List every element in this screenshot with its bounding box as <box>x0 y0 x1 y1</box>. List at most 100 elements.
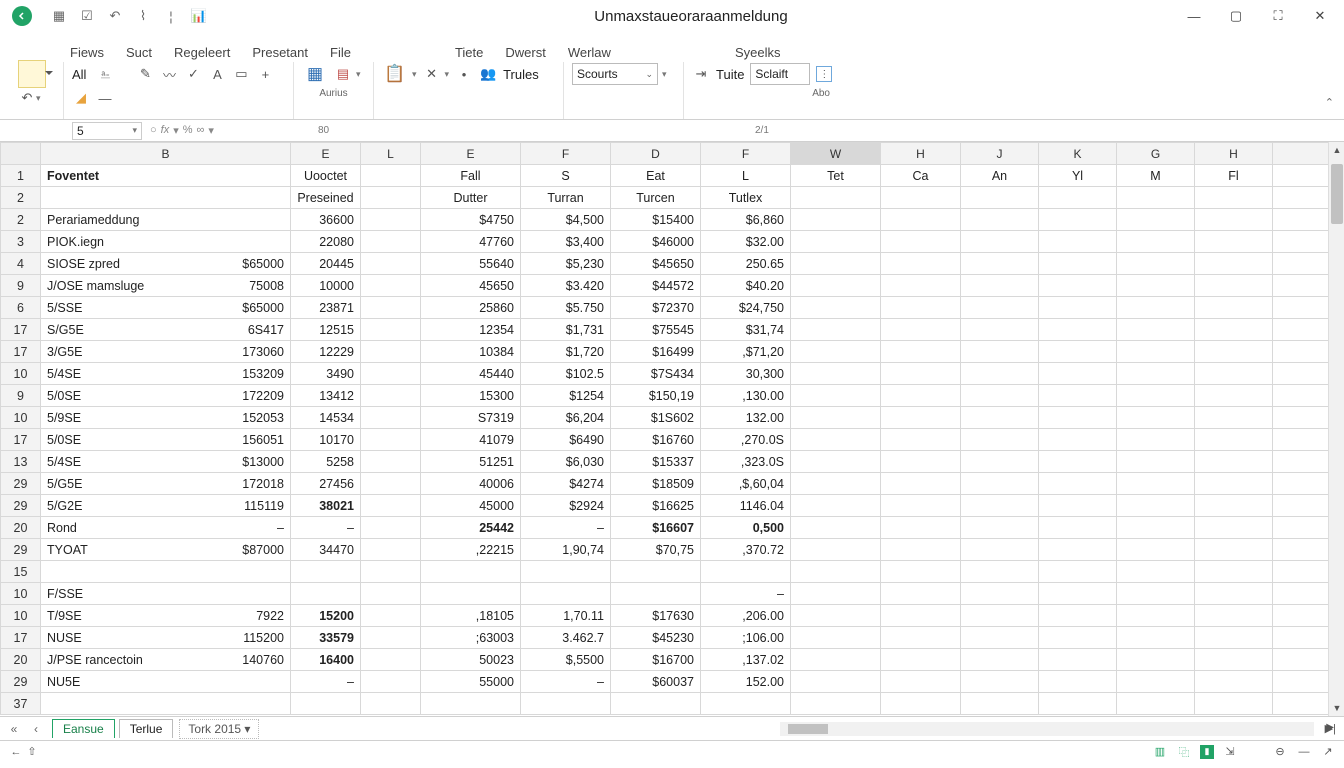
cell[interactable]: J/OSE mamsluge75008 <box>41 275 291 297</box>
cell[interactable]: $16700 <box>611 649 701 671</box>
grid-icon[interactable]: ▦ <box>50 7 68 25</box>
cell[interactable]: Uooctet <box>291 165 361 187</box>
cell[interactable]: 20445 <box>291 253 361 275</box>
brush-icon[interactable]: 〰 <box>160 65 178 83</box>
sb-page-icon[interactable]: ▮ <box>1200 745 1214 759</box>
cell[interactable] <box>1117 649 1195 671</box>
cell[interactable] <box>1039 451 1117 473</box>
cell[interactable]: $16607 <box>611 517 701 539</box>
cell[interactable]: 5/9SE152053 <box>41 407 291 429</box>
schaft-box[interactable]: Sclaift <box>750 63 810 85</box>
fx-icon[interactable]: fx <box>161 124 170 137</box>
cell[interactable] <box>361 583 421 605</box>
cell[interactable] <box>1273 209 1333 231</box>
row-header[interactable]: 29 <box>1 473 41 495</box>
cell[interactable]: 152.00 <box>701 671 791 693</box>
cell[interactable]: $31,74 <box>701 319 791 341</box>
cell[interactable]: $3,400 <box>521 231 611 253</box>
cell[interactable]: 14534 <box>291 407 361 429</box>
cell[interactable]: 45440 <box>421 363 521 385</box>
cell[interactable] <box>881 583 961 605</box>
cell[interactable]: 10170 <box>291 429 361 451</box>
ribbon-tab[interactable]: Werlaw <box>568 45 611 60</box>
cell[interactable] <box>1039 407 1117 429</box>
cell[interactable] <box>961 341 1039 363</box>
source-combo[interactable]: Scourts⌄ <box>572 63 658 85</box>
ribbon-tab[interactable]: Syeelks <box>735 45 781 60</box>
cell[interactable] <box>881 429 961 451</box>
row-header[interactable]: 1 <box>1 165 41 187</box>
cell[interactable] <box>361 539 421 561</box>
spreadsheet-grid[interactable]: BELEFDFWHJKGH 1FoventetUooctetFallSEatLT… <box>0 142 1344 716</box>
cell[interactable]: $6490 <box>521 429 611 451</box>
cell[interactable]: 15300 <box>421 385 521 407</box>
cell[interactable]: ,18105 <box>421 605 521 627</box>
font-a-icon[interactable]: A <box>208 65 226 83</box>
cell[interactable]: $4750 <box>421 209 521 231</box>
cell[interactable] <box>1039 605 1117 627</box>
cell[interactable] <box>361 517 421 539</box>
cell[interactable]: 30,300 <box>701 363 791 385</box>
cell[interactable] <box>881 209 961 231</box>
cell[interactable] <box>1117 275 1195 297</box>
cell[interactable] <box>1273 165 1333 187</box>
cell[interactable] <box>1195 297 1273 319</box>
cell[interactable]: ,137.02 <box>701 649 791 671</box>
cell[interactable]: $1,731 <box>521 319 611 341</box>
cell[interactable]: $17630 <box>611 605 701 627</box>
cell[interactable] <box>791 693 881 715</box>
cell[interactable] <box>1117 407 1195 429</box>
cell[interactable]: 16400 <box>291 649 361 671</box>
cell[interactable] <box>1195 451 1273 473</box>
row-header[interactable]: 2 <box>1 187 41 209</box>
column-header[interactable]: E <box>291 143 361 165</box>
cell[interactable]: J/PSE rancectoin140760 <box>41 649 291 671</box>
cell[interactable] <box>361 363 421 385</box>
cell[interactable] <box>1039 187 1117 209</box>
cell[interactable]: 10384 <box>421 341 521 363</box>
cell[interactable] <box>361 605 421 627</box>
cell[interactable] <box>961 539 1039 561</box>
sheet-dropdown[interactable]: Tork 2015 ▾ <box>179 719 259 739</box>
cell[interactable]: 5/SSE$65000 <box>41 297 291 319</box>
cell[interactable] <box>1273 473 1333 495</box>
cell[interactable]: 38021 <box>291 495 361 517</box>
cell[interactable] <box>1039 297 1117 319</box>
cell[interactable] <box>791 605 881 627</box>
row-header[interactable]: 10 <box>1 407 41 429</box>
cell[interactable]: $4274 <box>521 473 611 495</box>
row-header[interactable]: 17 <box>1 429 41 451</box>
cell[interactable] <box>1195 561 1273 583</box>
sheet-first-icon[interactable]: « <box>6 722 22 736</box>
app-menu-button[interactable] <box>12 6 32 26</box>
sb-zoom-out-icon[interactable]: ⊖ <box>1272 744 1288 760</box>
cell[interactable] <box>961 407 1039 429</box>
arrow-icon[interactable]: ⇥ <box>692 65 710 83</box>
cell[interactable] <box>961 693 1039 715</box>
cell[interactable] <box>1117 363 1195 385</box>
cell[interactable] <box>881 495 961 517</box>
row-header[interactable]: 17 <box>1 319 41 341</box>
cell[interactable] <box>1039 385 1117 407</box>
cell[interactable] <box>881 671 961 693</box>
cell[interactable]: ,22215 <box>421 539 521 561</box>
cell[interactable] <box>361 561 421 583</box>
cell[interactable] <box>791 451 881 473</box>
cell[interactable]: Preseined <box>291 187 361 209</box>
checkbox-icon[interactable]: ☑ <box>78 7 96 25</box>
cell[interactable] <box>1117 187 1195 209</box>
paste-button[interactable] <box>18 60 46 88</box>
cell[interactable] <box>1039 341 1117 363</box>
cell[interactable]: L <box>701 165 791 187</box>
cell[interactable]: $2924 <box>521 495 611 517</box>
cell[interactable] <box>1273 363 1333 385</box>
cell[interactable]: ,270.0S <box>701 429 791 451</box>
cell[interactable]: ;63003 <box>421 627 521 649</box>
cell[interactable] <box>961 231 1039 253</box>
cell[interactable] <box>361 649 421 671</box>
cell[interactable] <box>1273 583 1333 605</box>
row-header[interactable]: 2 <box>1 209 41 231</box>
cell[interactable] <box>611 561 701 583</box>
cell[interactable] <box>1195 495 1273 517</box>
cell[interactable]: ,206.00 <box>701 605 791 627</box>
